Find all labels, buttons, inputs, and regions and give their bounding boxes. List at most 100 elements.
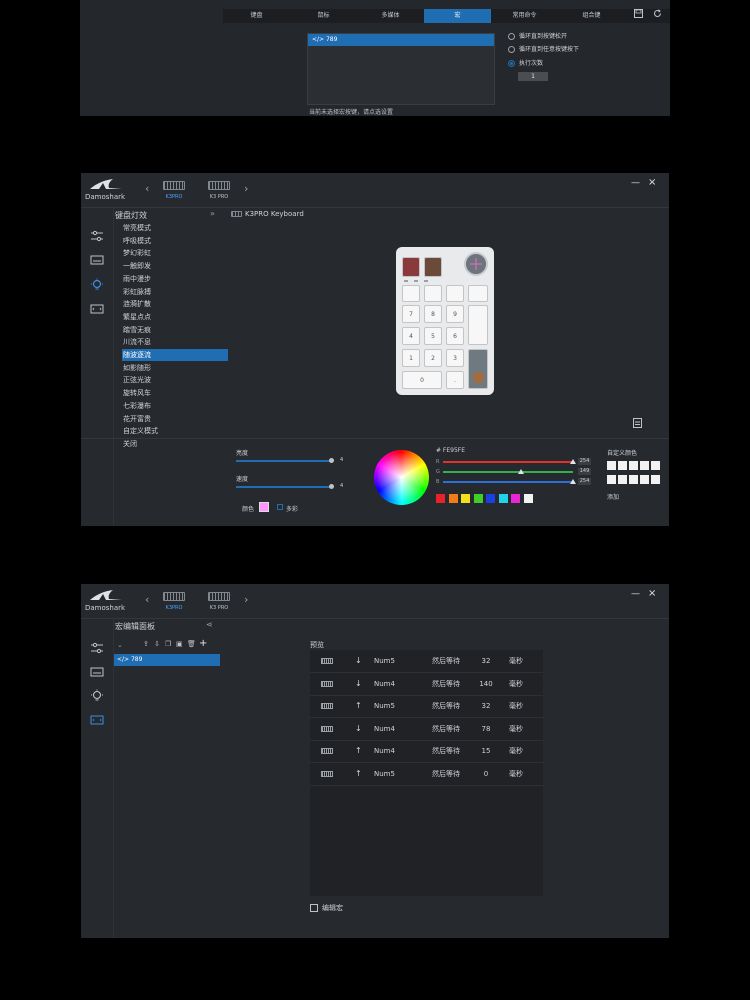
preset-color-swatch[interactable]	[511, 494, 520, 503]
macro-list-item[interactable]: </> 789	[308, 34, 494, 46]
step-delay[interactable]: 140	[473, 673, 499, 695]
copy-icon[interactable]: ❐	[165, 640, 171, 648]
step-delay[interactable]: 78	[473, 718, 499, 740]
key-1[interactable]: 1	[402, 349, 420, 367]
divide-key[interactable]	[424, 285, 442, 302]
key-2[interactable]: 2	[424, 349, 442, 367]
macro-icon[interactable]	[90, 714, 104, 726]
current-color-swatch[interactable]	[259, 502, 269, 512]
effect-item[interactable]: 呼吸模式	[122, 235, 228, 247]
table-row[interactable]: ↑ Num4 然后等待 15 毫秒	[310, 740, 543, 763]
channel-slider[interactable]	[443, 479, 577, 484]
key-0[interactable]: 0	[402, 371, 442, 389]
custom-color-slot[interactable]	[651, 475, 660, 484]
minus-key[interactable]	[468, 285, 488, 302]
device-k3pro-a[interactable]: K3PRO	[163, 592, 185, 611]
custom-color-slot[interactable]	[640, 475, 649, 484]
preset-color-swatch[interactable]	[473, 494, 483, 503]
step-delay[interactable]: 32	[473, 650, 499, 672]
close-icon[interactable]: ×	[648, 177, 656, 188]
custom-color-slot[interactable]	[640, 461, 649, 470]
slider-knob[interactable]	[570, 459, 577, 464]
key-dot[interactable]: .	[446, 371, 464, 389]
delete-icon[interactable]: 🗑	[187, 640, 196, 648]
add-color-button[interactable]: 添加	[607, 492, 619, 501]
rotary-knob[interactable]	[464, 252, 488, 276]
plus-key[interactable]	[468, 305, 488, 345]
speed-slider[interactable]	[236, 484, 334, 490]
effect-item[interactable]: 川流不息	[122, 336, 228, 348]
key-7[interactable]: 7	[402, 305, 420, 323]
key-8[interactable]: 8	[424, 305, 442, 323]
multiply-key[interactable]	[446, 285, 464, 302]
numlock-key[interactable]	[402, 285, 420, 302]
tab-keyboard[interactable]: 键盘	[223, 9, 290, 23]
effect-item[interactable]: 踏雪无痕	[122, 324, 228, 336]
custom-color-slot[interactable]	[651, 461, 660, 470]
macro-list-item[interactable]: </> 789	[114, 654, 220, 666]
effect-item[interactable]: 关闭	[122, 438, 228, 450]
export-icon[interactable]: ⇪	[143, 640, 149, 648]
table-row[interactable]: ↓ Num4 然后等待 140 毫秒	[310, 673, 543, 696]
effect-item[interactable]: 常亮模式	[122, 222, 228, 234]
channel-slider[interactable]	[443, 459, 577, 464]
radio-icon[interactable]	[508, 60, 515, 67]
macro-icon[interactable]	[90, 303, 104, 315]
enter-key[interactable]	[468, 349, 488, 389]
preset-color-swatch[interactable]	[486, 494, 495, 503]
effect-item[interactable]: 七彩瀑布	[122, 400, 228, 412]
tab-multimedia[interactable]: 多媒体	[357, 9, 424, 23]
effect-item[interactable]: 自定义模式	[122, 425, 228, 437]
slider-knob[interactable]	[517, 469, 524, 474]
device-k3pro-a[interactable]: K3PRO	[163, 181, 185, 200]
device-k3pro-b[interactable]: K3 PRO	[208, 181, 230, 200]
next-device-icon[interactable]: ›	[244, 182, 248, 195]
custom-color-slot[interactable]	[607, 461, 616, 470]
prev-device-icon[interactable]: ‹	[145, 593, 149, 606]
table-row[interactable]: ↓ Num4 然后等待 78 毫秒	[310, 718, 543, 741]
device-k3pro-b[interactable]: K3 PRO	[208, 592, 230, 611]
step-delay[interactable]: 32	[473, 695, 499, 717]
key-6[interactable]: 6	[446, 327, 464, 345]
save-icon[interactable]: ▣	[176, 640, 183, 648]
radio-icon[interactable]	[508, 46, 515, 53]
minimize-icon[interactable]: —	[631, 589, 640, 599]
prev-device-icon[interactable]: ‹	[145, 182, 149, 195]
slider-knob[interactable]	[570, 479, 577, 484]
edit-icon[interactable]	[310, 904, 318, 912]
channel-value[interactable]: 149	[578, 468, 591, 475]
table-row[interactable]: ↑ Num5 然后等待 32 毫秒	[310, 695, 543, 718]
preset-color-swatch[interactable]	[448, 494, 458, 503]
custom-color-slot[interactable]	[607, 475, 616, 484]
effect-item[interactable]: 旋转风车	[122, 387, 228, 399]
export-icon[interactable]	[633, 418, 642, 428]
refresh-icon[interactable]	[653, 9, 662, 18]
custom-color-slot[interactable]	[618, 461, 627, 470]
keyboard-icon[interactable]	[90, 254, 104, 266]
effect-item[interactable]: 涟漪扩散	[122, 298, 228, 310]
effect-item[interactable]: 梦幻彩虹	[122, 247, 228, 259]
repeat-count-input[interactable]: 1	[518, 72, 548, 81]
tab-common-commands[interactable]: 常用命令	[491, 9, 558, 23]
knob-key[interactable]	[402, 257, 420, 277]
effect-item[interactable]: 如影随形	[122, 362, 228, 374]
effect-item[interactable]: 繁星点点	[122, 311, 228, 323]
step-delay[interactable]: 0	[473, 763, 499, 785]
effect-item[interactable]: 彩虹脉搏	[122, 286, 228, 298]
preset-color-swatch[interactable]	[461, 494, 470, 503]
knob-key[interactable]	[424, 257, 442, 277]
effect-item[interactable]: 正弦光波	[122, 374, 228, 386]
radio-icon[interactable]	[508, 33, 515, 40]
effect-item[interactable]: 花开富贵	[122, 413, 228, 425]
preset-color-swatch[interactable]	[436, 494, 445, 503]
add-icon[interactable]: +	[199, 638, 207, 649]
key-4[interactable]: 4	[402, 327, 420, 345]
edit-macro-button[interactable]: 编辑宏	[322, 903, 343, 913]
import-icon[interactable]: ⇩	[154, 640, 160, 648]
sliders-icon[interactable]	[90, 230, 104, 242]
custom-color-slot[interactable]	[618, 475, 627, 484]
custom-color-slot[interactable]	[629, 475, 638, 484]
preset-color-swatch[interactable]	[498, 494, 508, 503]
effect-item[interactable]: 雨中漫步	[122, 273, 228, 285]
lightbulb-icon[interactable]	[90, 278, 104, 290]
